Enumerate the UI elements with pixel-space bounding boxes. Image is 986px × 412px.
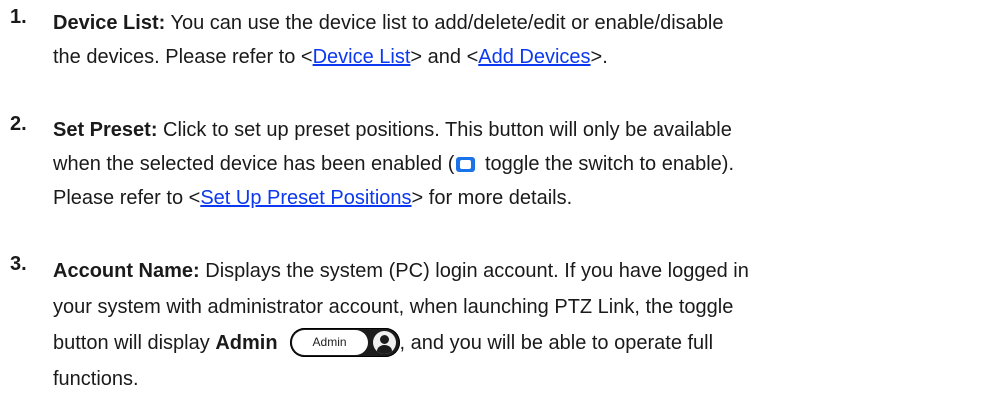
item-line: Account Name: Displays the system (PC) l… [53,253,973,289]
item-text: > and < [410,46,479,68]
item-text: Please refer to < [53,187,201,209]
item-number: 2. [10,113,27,135]
item-line: the devices. Please refer to <Device Lis… [53,40,973,74]
item-line: when the selected device has been enable… [53,147,973,181]
item-text: functions. [53,368,139,390]
item-body: Set Preset: Click to set up preset posit… [53,113,973,215]
item-line: button will display Admin Admin , and you … [53,325,973,361]
item-body: Device List: You can use the device list… [53,6,973,74]
admin-bold-label: Admin [215,332,278,354]
item-text: > for more details. [411,187,573,209]
set-up-preset-positions-link[interactable]: Set Up Preset Positions [200,187,411,209]
item-line: functions. [53,361,973,397]
item-line: Please refer to <Set Up Preset Positions… [53,181,973,215]
user-circle-icon [372,331,396,354]
item-text: You can use the device list to add/delet… [165,12,724,34]
item-text: when the selected device has been enable… [53,153,455,175]
item-number: 1. [10,6,27,28]
item-title: Account Name: [53,260,200,282]
item-text: , and you will be able to operate full [399,332,714,354]
item-number: 3. [10,253,27,275]
item-body: Account Name: Displays the system (PC) l… [53,253,973,397]
item-title: Set Preset: [53,119,158,141]
item-text: Click to set up preset positions. This b… [157,119,732,141]
item-line: Set Preset: Click to set up preset posit… [53,113,973,147]
toggle-switch-icon [456,157,476,172]
item-text: >. [590,46,608,68]
admin-pill-label: Admin [291,330,368,355]
item-title: Device List: [53,12,166,34]
item-line: your system with administrator account, … [53,289,973,325]
add-devices-link[interactable]: Add Devices [478,46,590,68]
item-text: your system with administrator account, … [53,296,734,318]
item-text: button will display [53,332,216,354]
item-text: the devices. Please refer to < [53,46,313,68]
item-text: toggle the switch to enable). [479,153,735,175]
device-list-link[interactable]: Device List [313,46,411,68]
admin-toggle-image: Admin [289,328,400,357]
item-line: Device List: You can use the device list… [53,6,973,40]
item-text: Displays the system (PC) login account. … [199,260,749,282]
